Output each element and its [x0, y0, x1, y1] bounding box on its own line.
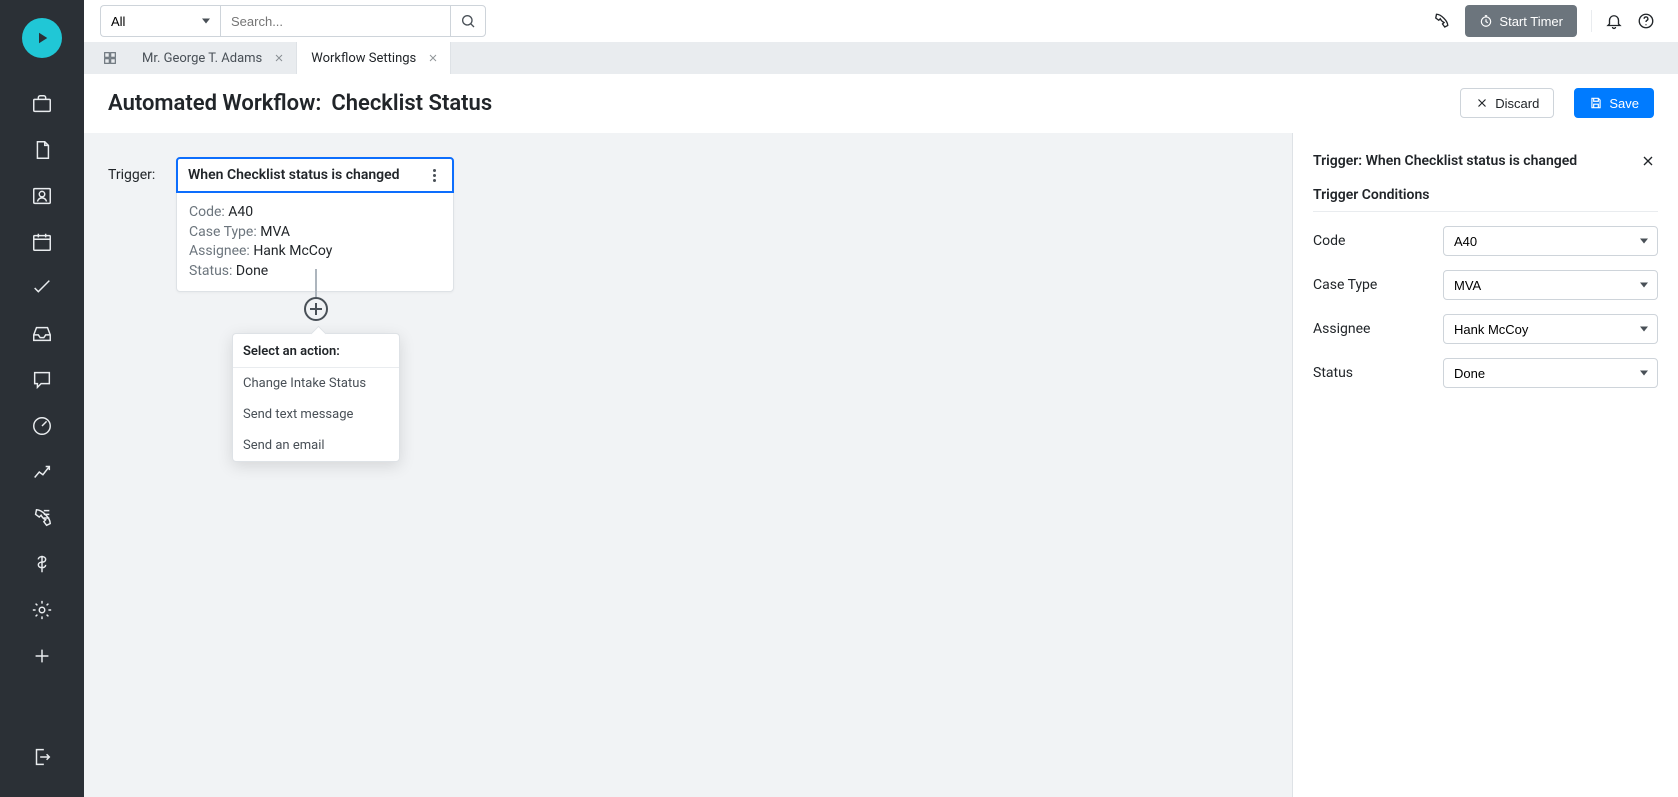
- action-option-send-text[interactable]: Send text message: [233, 399, 399, 430]
- nav-briefcase[interactable]: [22, 84, 62, 124]
- nav-contact[interactable]: [22, 176, 62, 216]
- app-logo[interactable]: [22, 18, 62, 58]
- add-step-button[interactable]: [304, 297, 328, 321]
- action-option-change-intake-status[interactable]: Change Intake Status: [233, 368, 399, 399]
- field-case-type-select[interactable]: MVA: [1443, 270, 1658, 300]
- nav-checklist[interactable]: [22, 268, 62, 308]
- side-panel: Trigger: When Checklist status is change…: [1292, 133, 1678, 797]
- close-icon[interactable]: [426, 51, 440, 65]
- side-panel-close[interactable]: [1638, 151, 1658, 171]
- field-status-label: Status: [1313, 365, 1433, 381]
- page-title: Checklist Status: [331, 91, 492, 116]
- main-area: All Start Timer Mr. George: [84, 0, 1678, 797]
- action-option-send-email[interactable]: Send an email: [233, 430, 399, 461]
- save-label: Save: [1609, 96, 1639, 111]
- start-timer-label: Start Timer: [1499, 14, 1563, 29]
- trigger-card-title: When Checklist status is changed: [188, 167, 400, 183]
- side-panel-section-title: Trigger Conditions: [1313, 187, 1658, 212]
- save-button[interactable]: Save: [1574, 88, 1654, 118]
- page-header: Automated Workflow: Checklist Status Dis…: [84, 74, 1678, 133]
- nav-billing[interactable]: [22, 544, 62, 584]
- field-assignee-row: Assignee Hank McCoy: [1313, 314, 1658, 344]
- field-status-select[interactable]: Done: [1443, 358, 1658, 388]
- workflow-canvas: Trigger: When Checklist status is change…: [84, 133, 1292, 797]
- workspace-tab-label: Mr. George T. Adams: [142, 51, 262, 66]
- phone-icon: [1432, 12, 1450, 30]
- notifications-button[interactable]: [1598, 5, 1630, 37]
- search-button[interactable]: [450, 5, 486, 37]
- clock-icon: [1479, 14, 1493, 28]
- nav-analytics[interactable]: [22, 452, 62, 492]
- topbar-phone-button[interactable]: [1425, 5, 1457, 37]
- kebab-icon[interactable]: [426, 167, 442, 183]
- field-assignee-select[interactable]: Hank McCoy: [1443, 314, 1658, 344]
- nav-document[interactable]: [22, 130, 62, 170]
- nav-inbox[interactable]: [22, 314, 62, 354]
- divider: [1591, 10, 1592, 32]
- nav-chat[interactable]: [22, 360, 62, 400]
- search-filter-select[interactable]: All: [100, 5, 220, 37]
- help-icon: [1637, 12, 1655, 30]
- nav-call-list[interactable]: [22, 498, 62, 538]
- discard-label: Discard: [1495, 96, 1539, 111]
- workspace-tab-person[interactable]: Mr. George T. Adams: [128, 42, 297, 74]
- close-icon[interactable]: [272, 51, 286, 65]
- nav-settings[interactable]: [22, 590, 62, 630]
- field-case-type-row: Case Type MVA: [1313, 270, 1658, 300]
- grid-icon: [102, 50, 118, 66]
- field-case-type-label: Case Type: [1313, 277, 1433, 293]
- field-assignee-label: Assignee: [1313, 321, 1433, 337]
- action-popover-title: Select an action:: [233, 340, 399, 368]
- bell-icon: [1605, 12, 1623, 30]
- side-panel-title: Trigger: When Checklist status is change…: [1313, 153, 1577, 169]
- trigger-label: Trigger:: [108, 167, 155, 183]
- search-input[interactable]: [220, 5, 450, 37]
- help-button[interactable]: [1630, 5, 1662, 37]
- workspace-tabs: Mr. George T. Adams Workflow Settings: [84, 42, 1678, 74]
- content-row: Trigger: When Checklist status is change…: [84, 133, 1678, 797]
- workspace-tab-label: Workflow Settings: [311, 51, 416, 66]
- x-icon: [1475, 96, 1489, 110]
- field-status-row: Status Done: [1313, 358, 1658, 388]
- field-code-row: Code A40: [1313, 226, 1658, 256]
- action-popover: Select an action: Change Intake Status S…: [232, 333, 400, 462]
- workspace-tab-workflow-settings[interactable]: Workflow Settings: [297, 42, 451, 74]
- nav-add[interactable]: [22, 636, 62, 676]
- save-icon: [1589, 96, 1603, 110]
- nav-logout[interactable]: [22, 737, 62, 777]
- field-code-select[interactable]: A40: [1443, 226, 1658, 256]
- search-icon: [460, 13, 476, 29]
- page-prefix: Automated Workflow:: [108, 91, 321, 116]
- connector-line: [315, 269, 317, 297]
- search-group: All: [100, 5, 486, 37]
- field-code-label: Code: [1313, 233, 1433, 249]
- left-rail: [0, 0, 84, 797]
- dashboard-grid-button[interactable]: [92, 42, 128, 74]
- discard-button[interactable]: Discard: [1460, 88, 1554, 118]
- nav-calendar[interactable]: [22, 222, 62, 262]
- top-bar: All Start Timer: [84, 0, 1678, 42]
- nav-gauge[interactable]: [22, 406, 62, 446]
- start-timer-button[interactable]: Start Timer: [1465, 5, 1577, 37]
